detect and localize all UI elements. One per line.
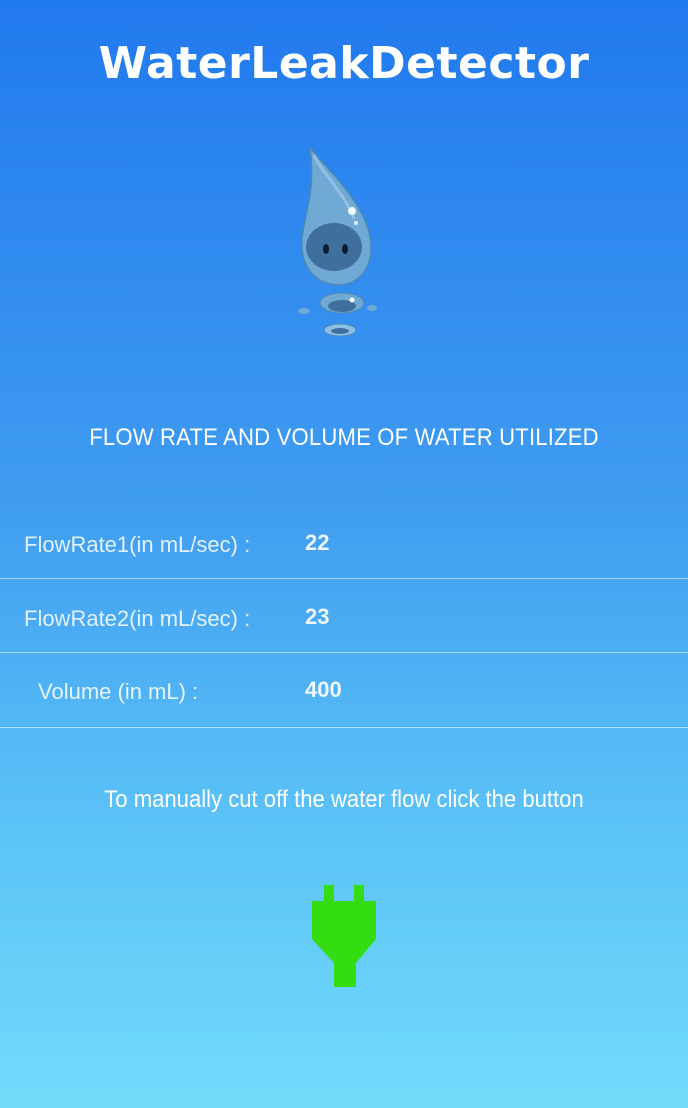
app-title: WaterLeakDetector [98, 38, 590, 89]
reading-row-flowrate1: FlowRate1(in mL/sec) : 22 [0, 504, 688, 579]
flowrate1-label: FlowRate1(in mL/sec) : [24, 532, 251, 557]
reading-row-volume: Volume (in mL) : 400 [0, 653, 688, 728]
plug-icon[interactable] [308, 885, 380, 987]
flowrate2-label: FlowRate2(in mL/sec) : [24, 606, 251, 631]
water-drop-mascot-icon [298, 146, 377, 337]
cutoff-instruction: To manually cut off the water flow click… [104, 786, 584, 813]
section-heading: FLOW RATE AND VOLUME OF WATER UTILIZED [89, 424, 599, 451]
volume-value: 400 [305, 677, 342, 702]
reading-row-flowrate2: FlowRate2(in mL/sec) : 23 [0, 578, 688, 653]
flowrate1-value: 22 [305, 530, 330, 555]
volume-label: Volume (in mL) : [38, 679, 199, 704]
flowrate2-value: 23 [305, 604, 330, 629]
